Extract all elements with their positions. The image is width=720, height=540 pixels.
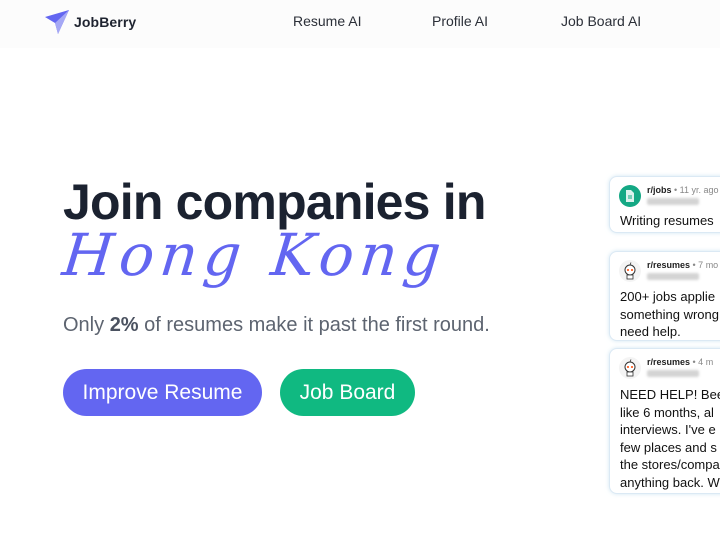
post-line: need help.: [620, 324, 681, 339]
card-header: r/resumes • 7 mo: [619, 260, 718, 282]
subreddit-name[interactable]: r/jobs: [647, 185, 672, 195]
post-line: few places and s: [620, 439, 717, 455]
paper-plane-icon: [45, 10, 69, 34]
subtitle-prefix: Only: [63, 314, 110, 336]
post-line: NEED HELP! Bee: [620, 387, 720, 402]
blurred-username: [647, 370, 699, 377]
post-line: something wrong: [620, 306, 719, 322]
hero-subtitle: Only 2% of resumes make it past the firs…: [63, 314, 490, 337]
card-header: r/resumes • 4 m: [619, 357, 713, 379]
top-nav-bar: JobBerry Resume AI Profile AI Job Board …: [0, 0, 720, 48]
post-line: the stores/compa: [620, 457, 720, 472]
document-icon: [619, 185, 641, 207]
post-time: • 7 mo: [690, 260, 719, 270]
post-time: • 4 m: [690, 357, 714, 367]
blurred-username: [647, 273, 699, 280]
post-line: like 6 months, al: [620, 404, 714, 420]
subtitle-suffix: of resumes make it past the first round.: [138, 314, 490, 336]
nav-resume-ai[interactable]: Resume AI: [293, 13, 361, 29]
post-line: 200+ jobs applie: [620, 289, 716, 304]
brand-name: JobBerry: [74, 14, 137, 30]
blurred-username: [647, 198, 699, 205]
reddit-snoo-icon: [619, 357, 641, 379]
reddit-post-card[interactable]: r/jobs • 11 yr. ago Writing resumes: [609, 176, 720, 233]
post-line: interviews. I've e: [620, 422, 716, 437]
subreddit-name[interactable]: r/resumes: [647, 260, 690, 270]
nav-job-board-ai[interactable]: Job Board AI: [561, 13, 641, 29]
subtitle-highlight: 2%: [109, 314, 139, 336]
subreddit-name[interactable]: r/resumes: [647, 357, 690, 367]
nav-profile-ai[interactable]: Profile AI: [432, 13, 488, 29]
hero-location: Hong Kong: [59, 221, 451, 289]
post-text: Writing resumes: [620, 212, 714, 230]
brand-logo[interactable]: JobBerry: [44, 9, 136, 35]
post-time: • 11 yr. ago: [671, 185, 719, 195]
reddit-snoo-icon: [619, 260, 641, 282]
job-board-button[interactable]: Job Board: [280, 369, 415, 416]
post-text: NEED HELP! Bee like 6 months, al intervi…: [620, 386, 720, 491]
post-text: 200+ jobs applie something wrong need he…: [620, 288, 719, 340]
improve-resume-button[interactable]: Improve Resume: [63, 369, 262, 416]
card-header: r/jobs • 11 yr. ago: [619, 185, 719, 207]
reddit-post-card[interactable]: r/resumes • 7 mo 200+ jobs applie someth…: [609, 251, 720, 341]
reddit-post-card[interactable]: r/resumes • 4 m NEED HELP! Bee like 6 mo…: [609, 348, 720, 494]
post-line: Writing resumes: [620, 213, 714, 228]
post-line: anything back. W: [620, 474, 720, 490]
